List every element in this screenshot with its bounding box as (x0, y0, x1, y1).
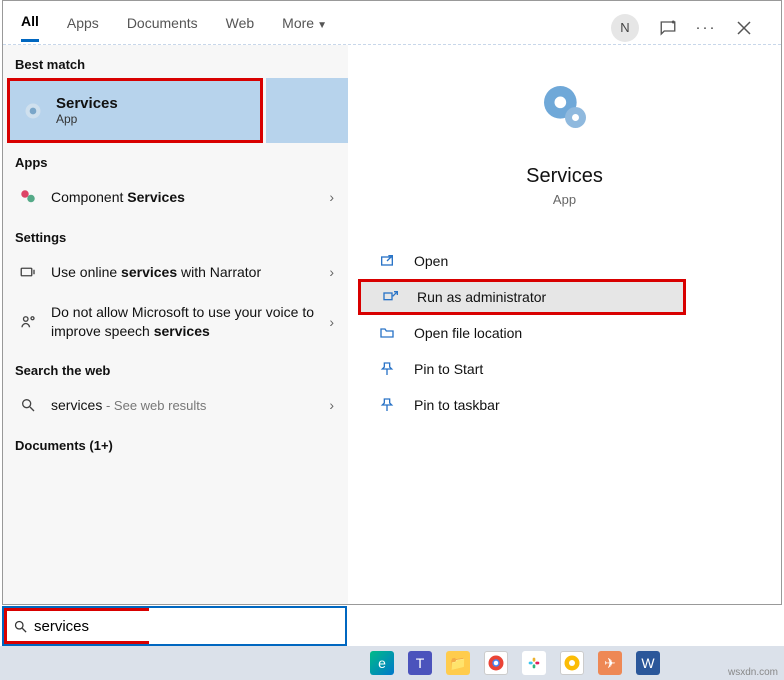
chevron-right-icon: › (329, 314, 334, 330)
result-component-services[interactable]: Component Services › (3, 176, 348, 218)
search-icon (17, 394, 39, 416)
action-run-as-administrator[interactable]: Run as administrator (358, 279, 686, 315)
user-avatar[interactable]: N (611, 14, 639, 42)
taskbar-edge-icon[interactable]: e (370, 651, 394, 675)
action-open[interactable]: Open (348, 243, 781, 279)
section-apps: Apps (3, 143, 348, 176)
close-icon[interactable] (729, 13, 759, 43)
tab-documents[interactable]: Documents (127, 15, 198, 41)
action-label: Pin to taskbar (414, 397, 500, 413)
taskbar-app-icon[interactable]: ✈ (598, 651, 622, 675)
chevron-right-icon: › (329, 189, 334, 205)
taskbar-slack-icon[interactable] (522, 651, 546, 675)
action-label: Open (414, 253, 448, 269)
preview-title: Services (526, 165, 603, 188)
best-match-title: Services (56, 95, 118, 112)
tab-web[interactable]: Web (226, 15, 255, 41)
search-input[interactable] (34, 611, 233, 641)
preview-subtitle: App (553, 192, 576, 207)
tab-apps[interactable]: Apps (67, 15, 99, 41)
result-label: services - See web results (51, 397, 329, 413)
chevron-down-icon: ▼ (317, 20, 327, 31)
chevron-right-icon: › (329, 264, 334, 280)
best-match-subtitle: App (56, 112, 118, 126)
section-documents: Documents (1+) (3, 426, 348, 459)
action-pin-to-start[interactable]: Pin to Start (348, 351, 781, 387)
results-panel: Best match Services App Apps (3, 45, 348, 604)
chevron-right-icon: › (329, 397, 334, 413)
tab-all[interactable]: All (21, 13, 39, 42)
pin-taskbar-icon (376, 397, 398, 413)
taskbar-chrome-canary-icon[interactable] (560, 651, 584, 675)
action-open-file-location[interactable]: Open file location (348, 315, 781, 351)
more-options-icon[interactable]: ··· (691, 13, 721, 43)
result-label: Use online services with Narrator (51, 264, 329, 280)
section-best-match: Best match (3, 45, 348, 78)
search-box[interactable] (2, 606, 347, 646)
action-pin-to-taskbar[interactable]: Pin to taskbar (348, 387, 781, 423)
admin-icon (379, 289, 401, 305)
action-label: Open file location (414, 325, 522, 341)
result-speech-services[interactable]: Do not allow Microsoft to use your voice… (3, 293, 348, 351)
tab-more[interactable]: More▼ (282, 15, 327, 41)
taskbar-teams-icon[interactable]: T (408, 651, 432, 675)
preview-panel: Services App Open Run as administrator (348, 45, 781, 604)
open-icon (376, 253, 398, 269)
section-settings: Settings (3, 218, 348, 251)
search-tabs: All Apps Documents Web More▼ N ··· (3, 1, 781, 45)
result-label: Do not allow Microsoft to use your voice… (51, 303, 329, 341)
result-narrator-services[interactable]: Use online services with Narrator › (3, 251, 348, 293)
services-gear-icon (22, 100, 44, 122)
feedback-icon[interactable] (653, 13, 683, 43)
result-web-search[interactable]: services - See web results › (3, 384, 348, 426)
speech-icon (17, 311, 39, 333)
section-search-web: Search the web (3, 351, 348, 384)
action-label: Pin to Start (414, 361, 483, 377)
action-label: Run as administrator (417, 289, 546, 305)
folder-icon (376, 325, 398, 341)
taskbar: e T 📁 ✈ W (0, 646, 784, 680)
taskbar-chrome-icon[interactable] (484, 651, 508, 675)
pin-start-icon (376, 361, 398, 377)
search-icon (13, 619, 28, 634)
taskbar-word-icon[interactable]: W (636, 651, 660, 675)
watermark: wsxdn.com (728, 667, 778, 678)
result-label: Component Services (51, 189, 329, 205)
component-services-icon (17, 186, 39, 208)
narrator-icon (17, 261, 39, 283)
services-large-icon (533, 75, 597, 139)
taskbar-explorer-icon[interactable]: 📁 (446, 651, 470, 675)
best-match-result[interactable]: Services App (7, 78, 263, 143)
